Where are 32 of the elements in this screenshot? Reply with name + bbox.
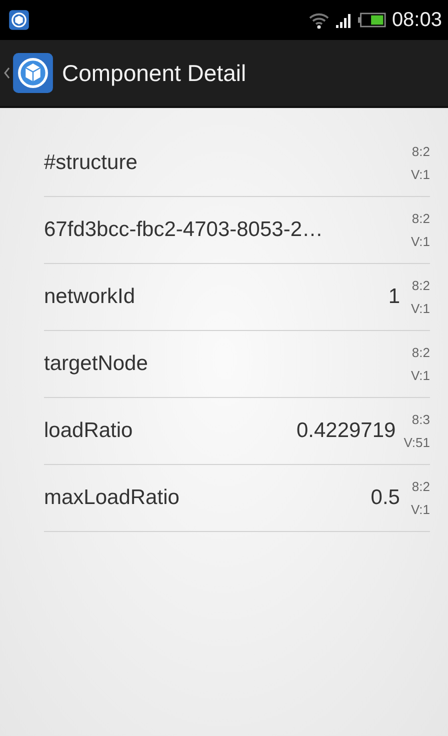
app-icon [12,52,54,94]
meta-text: V:1 [410,234,430,249]
back-chevron-icon [4,67,10,79]
screen-title: Component Detail [62,60,246,86]
property-name: maxLoadRatio [44,486,180,510]
meta-text: V:1 [410,368,430,383]
meta-text: 8:2 [412,345,430,360]
property-name: networkId [44,285,136,309]
battery-icon [358,12,386,28]
property-name: loadRatio [44,419,134,443]
signal-icon [336,12,352,28]
meta-text: 8:2 [412,144,430,159]
property-value: 0.4229719 [296,419,396,443]
property-name: 67fd3bcc-fbc2-4703-8053-2… [44,218,324,242]
meta-text: 8:2 [412,479,430,494]
wifi-icon [308,11,330,29]
property-row[interactable]: 67fd3bcc-fbc2-4703-8053-2… 8:2 V:1 [44,197,430,264]
meta-text: V:1 [410,301,430,316]
meta-text: 8:2 [412,211,430,226]
property-row[interactable]: targetNode 8:2 V:1 [44,331,430,398]
meta-text: 8:2 [412,278,430,293]
meta-text: 8:3 [412,412,430,427]
meta-text: V:1 [410,502,430,517]
property-row[interactable]: #structure 8:2 V:1 [44,130,430,197]
status-time: 08:03 [392,8,442,32]
meta-text: V:1 [410,167,430,182]
property-value: 1 [388,285,400,309]
property-value: 0.5 [370,486,400,510]
meta-text: V:51 [404,435,430,450]
property-name: targetNode [44,352,149,376]
property-name: #structure [44,151,138,175]
app-icon [8,9,30,31]
